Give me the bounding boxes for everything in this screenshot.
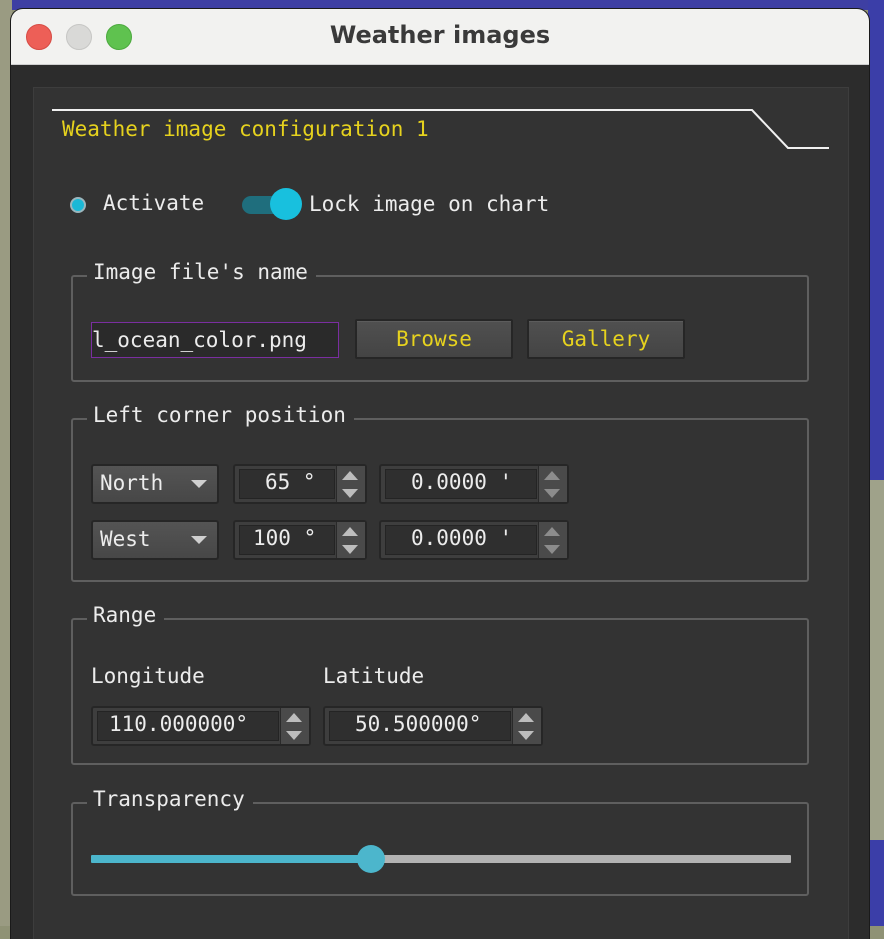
image-file-group: Image file's name l_ocean_color.png Brow… bbox=[71, 260, 809, 382]
range-latitude-value: 50.500000° bbox=[355, 712, 482, 736]
longitude-hemisphere-value: West bbox=[100, 527, 151, 551]
range-longitude-value: 110.000000° bbox=[109, 712, 249, 736]
gallery-button[interactable]: Gallery bbox=[527, 319, 685, 359]
range-longitude-spinbox[interactable]: 110.000000° bbox=[91, 706, 311, 746]
spin-down-icon[interactable] bbox=[342, 545, 358, 554]
left-corner-group-title: Left corner position bbox=[87, 403, 354, 427]
image-file-group-title: Image file's name bbox=[87, 260, 316, 284]
longitude-minutes-value: 0.0000 ' bbox=[411, 526, 513, 550]
weather-images-window: Weather images Weather image configurati… bbox=[11, 9, 869, 939]
spin-down-icon[interactable] bbox=[286, 731, 302, 740]
latitude-minutes-value: 0.0000 ' bbox=[411, 470, 513, 494]
latitude-minutes-spinbox[interactable]: 0.0000 ' bbox=[379, 464, 569, 504]
spin-up-icon[interactable] bbox=[286, 713, 302, 722]
browse-button[interactable]: Browse bbox=[355, 319, 513, 359]
lock-image-label: Lock image on chart bbox=[309, 192, 550, 216]
latitude-hemisphere-select[interactable]: North bbox=[91, 464, 219, 504]
spin-down-icon[interactable] bbox=[342, 489, 358, 498]
chevron-down-icon bbox=[191, 480, 207, 488]
spin-down-icon[interactable] bbox=[544, 489, 560, 498]
latitude-hemisphere-value: North bbox=[100, 471, 164, 495]
latitude-degrees-spinbox[interactable]: 65 ° bbox=[233, 464, 367, 504]
transparency-slider-handle[interactable] bbox=[357, 845, 385, 873]
transparency-slider-track[interactable] bbox=[371, 855, 791, 863]
longitude-minutes-spinbox[interactable]: 0.0000 ' bbox=[379, 520, 569, 560]
longitude-label: Longitude bbox=[91, 664, 205, 688]
transparency-slider-filled bbox=[91, 855, 371, 863]
activate-label: Activate bbox=[103, 191, 205, 215]
spin-up-icon[interactable] bbox=[544, 527, 560, 536]
transparency-slider[interactable] bbox=[91, 844, 791, 874]
left-corner-group: Left corner position North 65 ° 0.0000 '… bbox=[71, 403, 809, 582]
transparency-group: Transparency bbox=[71, 787, 809, 896]
spin-down-icon[interactable] bbox=[544, 545, 560, 554]
dialog-content: Weather image configuration 1 Activate L… bbox=[33, 87, 849, 939]
activate-radio[interactable] bbox=[70, 197, 86, 213]
chevron-down-icon bbox=[191, 536, 207, 544]
lock-image-toggle[interactable] bbox=[270, 188, 302, 220]
longitude-hemisphere-select[interactable]: West bbox=[91, 520, 219, 560]
spin-up-icon[interactable] bbox=[342, 527, 358, 536]
window-title: Weather images bbox=[329, 21, 551, 49]
range-group-title: Range bbox=[87, 603, 165, 627]
tab-configuration-1[interactable]: Weather image configuration 1 bbox=[62, 117, 429, 141]
spin-up-icon[interactable] bbox=[544, 471, 560, 480]
transparency-group-title: Transparency bbox=[87, 787, 253, 811]
title-bar[interactable]: Weather images bbox=[11, 9, 869, 65]
spin-up-icon[interactable] bbox=[518, 713, 534, 722]
spin-up-icon[interactable] bbox=[342, 471, 358, 480]
latitude-label: Latitude bbox=[323, 664, 425, 688]
chart-land-right bbox=[870, 480, 884, 840]
range-group: Range Longitude Latitude 110.000000° 50.… bbox=[71, 603, 809, 765]
image-file-name-input[interactable]: l_ocean_color.png bbox=[91, 322, 339, 358]
latitude-degrees-value: 65 ° bbox=[265, 470, 316, 494]
spin-down-icon[interactable] bbox=[518, 731, 534, 740]
longitude-degrees-spinbox[interactable]: 100 ° bbox=[233, 520, 367, 560]
range-latitude-spinbox[interactable]: 50.500000° bbox=[323, 706, 543, 746]
longitude-degrees-value: 100 ° bbox=[253, 526, 317, 550]
